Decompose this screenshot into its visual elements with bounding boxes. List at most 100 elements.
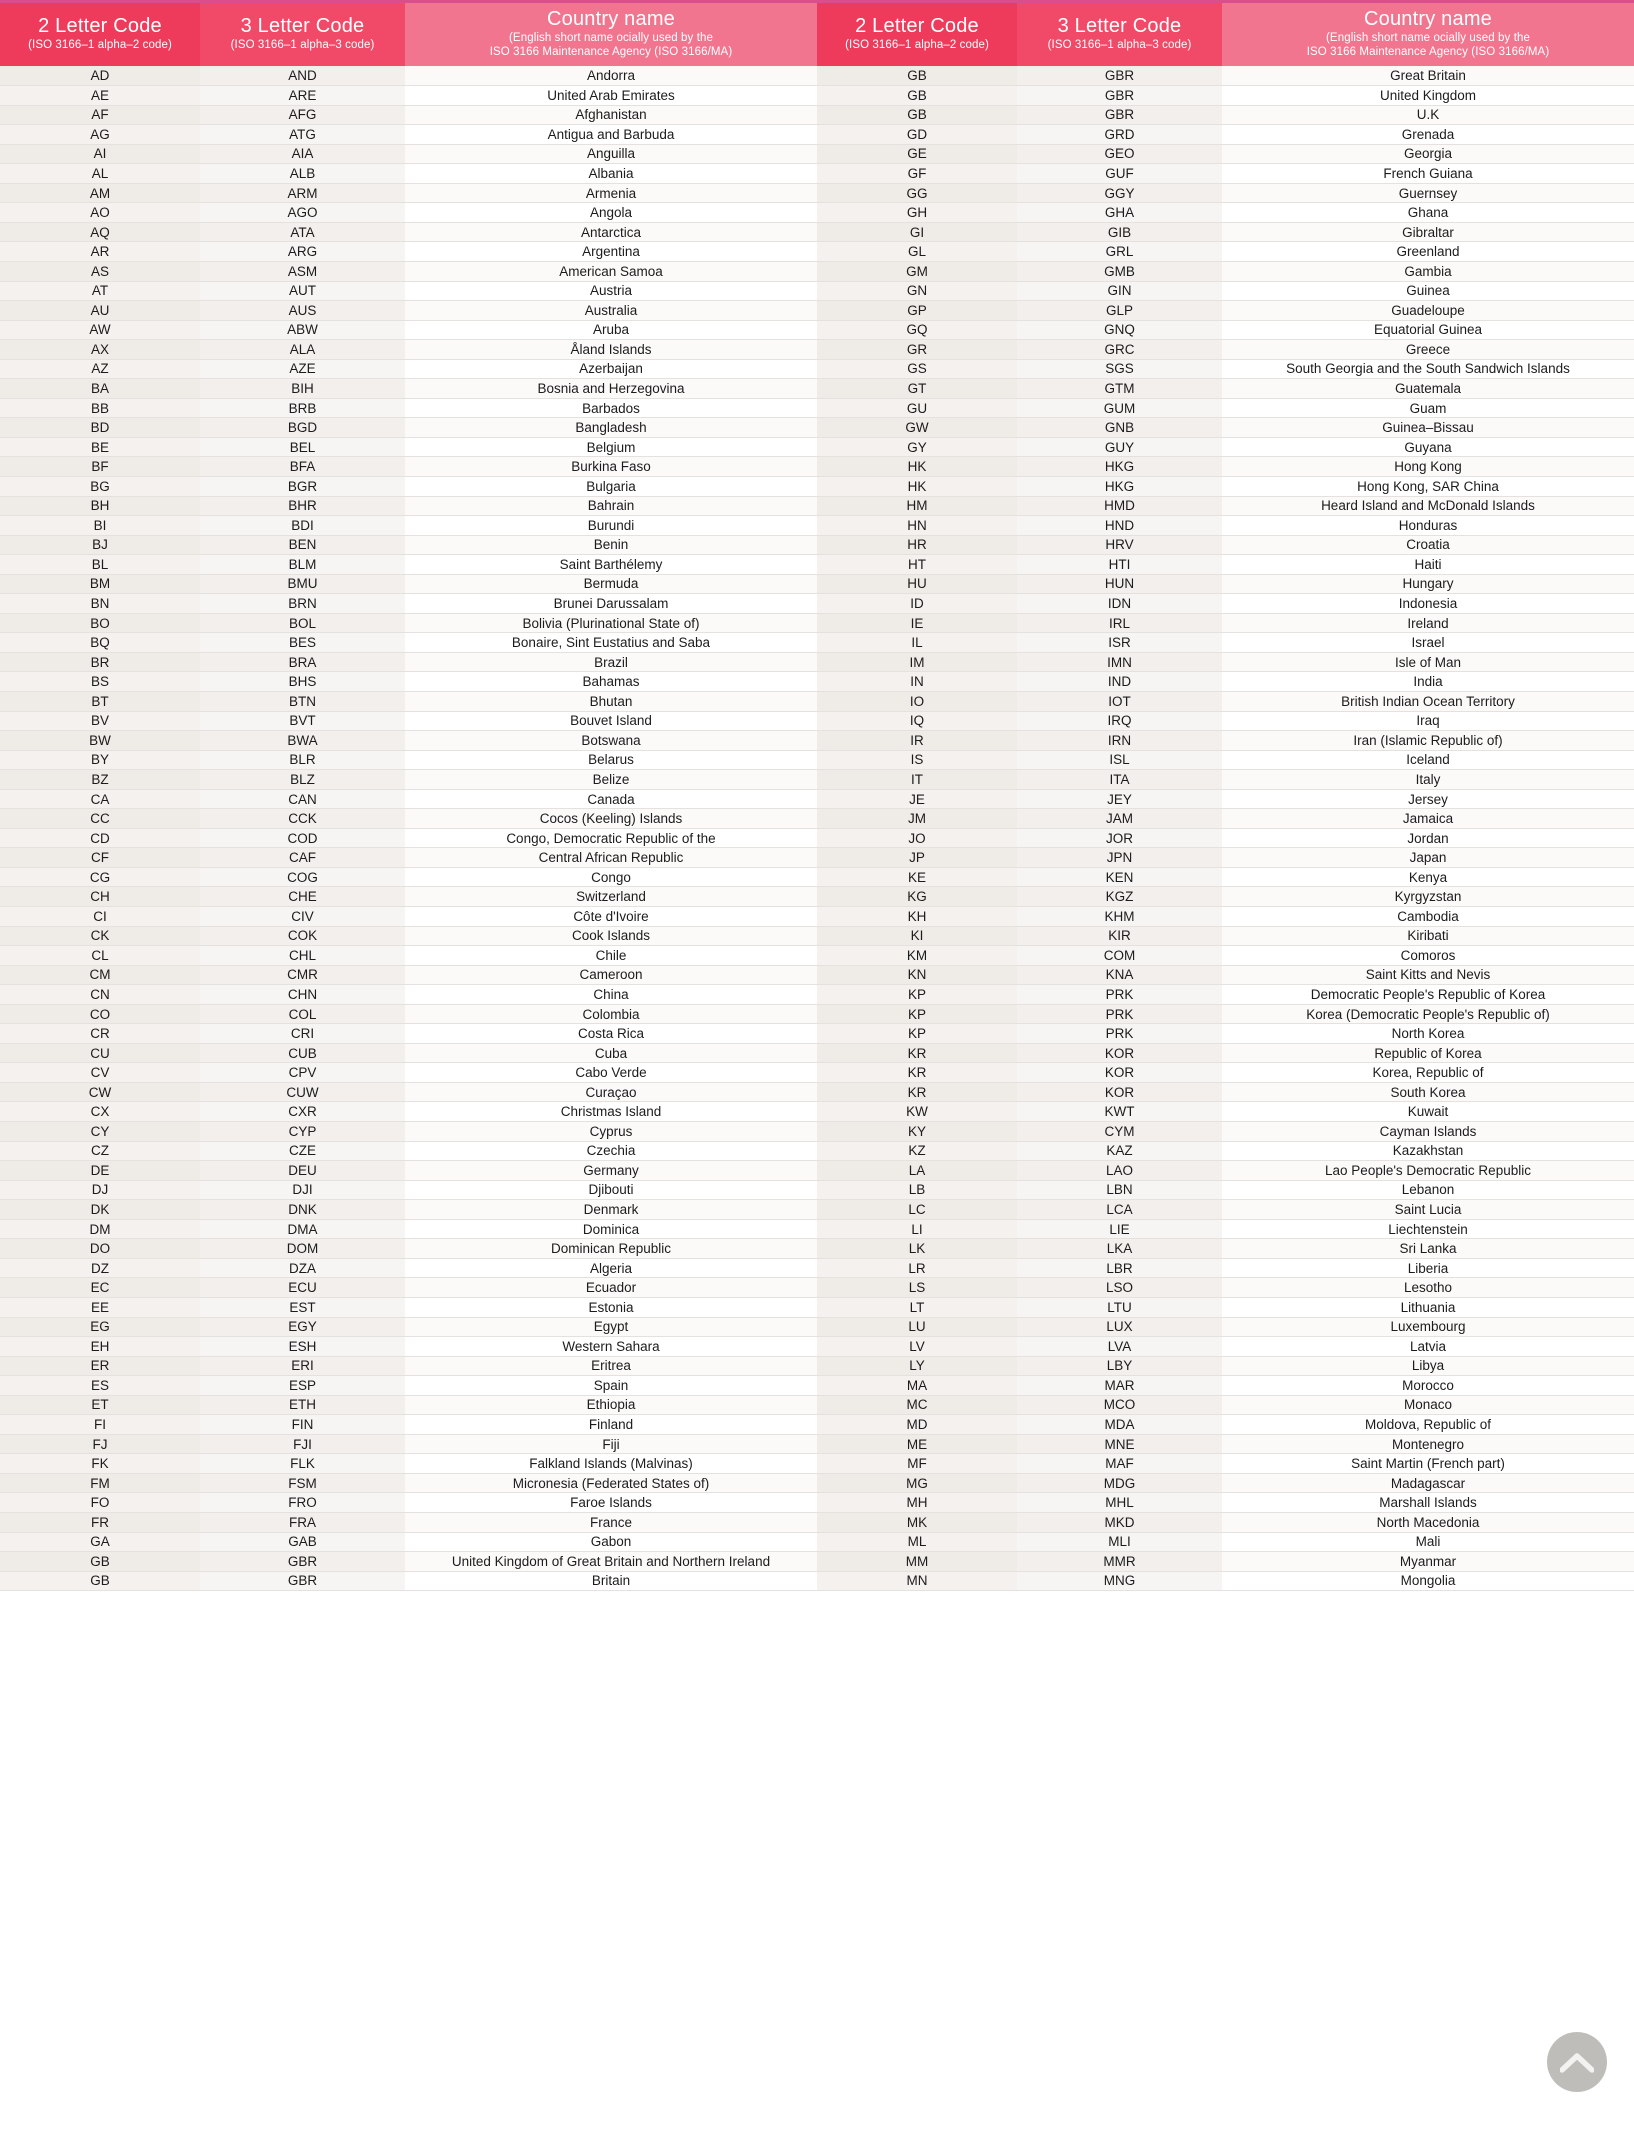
- cell-2-letter-code: IM: [817, 652, 1017, 673]
- cell-country-name: Congo: [405, 867, 817, 888]
- cell-2-letter-code: BI: [0, 515, 200, 536]
- cell-3-letter-code: MAF: [1017, 1453, 1222, 1474]
- cell-country-name: Mongolia: [1222, 1571, 1634, 1592]
- cell-country-name: Dominica: [405, 1219, 817, 1240]
- table-row: BA BIH Bosnia and Herzegovina: [0, 378, 817, 399]
- cell-country-name: Iran (Islamic Republic of): [1222, 730, 1634, 751]
- cell-2-letter-code: HR: [817, 535, 1017, 556]
- table-row: LS LSO Lesotho: [817, 1277, 1634, 1298]
- cell-country-name: Congo, Democratic Republic of the: [405, 828, 817, 849]
- header-row: 2 Letter Code (ISO 3166–1 alpha–2 code) …: [817, 0, 1634, 66]
- table-row: IN IND India: [817, 671, 1634, 692]
- cell-country-name: Saint Martin (French part): [1222, 1453, 1634, 1474]
- table-row: KM COM Comoros: [817, 945, 1634, 966]
- cell-2-letter-code: AT: [0, 281, 200, 302]
- cell-3-letter-code: DZA: [200, 1258, 405, 1279]
- cell-3-letter-code: ECU: [200, 1277, 405, 1298]
- table-row: GR GRC Greece: [817, 339, 1634, 360]
- cell-3-letter-code: KWT: [1017, 1101, 1222, 1123]
- header-subtitle-line-1: (English short name ocially used by the: [1326, 32, 1530, 44]
- cell-2-letter-code: AS: [0, 261, 200, 282]
- cell-2-letter-code: CI: [0, 906, 200, 927]
- cell-country-name: Indonesia: [1222, 593, 1634, 614]
- table-row: BR BRA Brazil: [0, 652, 817, 673]
- table-row: AQ ATA Antarctica: [0, 222, 817, 243]
- table-body-right: GB GBR Great Britain GB GBR United Kingdom GB G…: [817, 66, 1634, 1592]
- table-row: AL ALB Albania: [0, 163, 817, 184]
- cell-3-letter-code: CXR: [200, 1101, 405, 1123]
- cell-3-letter-code: KAZ: [1017, 1141, 1222, 1162]
- cell-3-letter-code: AIA: [200, 144, 405, 165]
- cell-3-letter-code: MNE: [1017, 1434, 1222, 1455]
- cell-3-letter-code: CHE: [200, 886, 405, 908]
- cell-2-letter-code: AU: [0, 300, 200, 321]
- cell-country-name: Bolivia (Plurinational State of): [405, 613, 817, 634]
- cell-country-name: American Samoa: [405, 261, 817, 282]
- cell-2-letter-code: GI: [817, 222, 1017, 243]
- table-row: KR KOR Republic of Korea: [817, 1043, 1634, 1064]
- cell-3-letter-code: MDA: [1017, 1414, 1222, 1435]
- cell-3-letter-code: CRI: [200, 1023, 405, 1044]
- cell-country-name: France: [405, 1512, 817, 1533]
- cell-2-letter-code: FJ: [0, 1434, 200, 1455]
- cell-3-letter-code: CCK: [200, 808, 405, 829]
- cell-country-name: Grenada: [1222, 124, 1634, 145]
- cell-country-name: Myanmar: [1222, 1551, 1634, 1572]
- cell-3-letter-code: IND: [1017, 671, 1222, 692]
- cell-3-letter-code: HKG: [1017, 476, 1222, 497]
- cell-2-letter-code: EH: [0, 1336, 200, 1357]
- table-row: BY BLR Belarus: [0, 750, 817, 771]
- cell-3-letter-code: GBR: [1017, 66, 1222, 87]
- table-body-left: AD AND Andorra AE ARE United Arab Emirates AF A…: [0, 66, 817, 1592]
- table-row: AX ALA Åland Islands: [0, 339, 817, 360]
- cell-3-letter-code: IRN: [1017, 730, 1222, 751]
- table-row: GB GBR U.K: [817, 105, 1634, 126]
- cell-3-letter-code: DJI: [200, 1180, 405, 1201]
- table-row: GN GIN Guinea: [817, 281, 1634, 302]
- cell-2-letter-code: BN: [0, 593, 200, 614]
- cell-country-name: Dominican Republic: [405, 1238, 817, 1259]
- cell-3-letter-code: KNA: [1017, 965, 1222, 986]
- table-row: CO COL Colombia: [0, 1004, 817, 1025]
- cell-country-name: North Korea: [1222, 1023, 1634, 1044]
- cell-country-name: Gambia: [1222, 261, 1634, 282]
- cell-3-letter-code: IOT: [1017, 691, 1222, 712]
- cell-2-letter-code: GF: [817, 163, 1017, 184]
- table-row: ML MLI Mali: [817, 1532, 1634, 1553]
- cell-country-name: Kiribati: [1222, 926, 1634, 947]
- table-row: HK HKG Hong Kong: [817, 456, 1634, 477]
- scroll-to-top-button[interactable]: [1547, 2032, 1607, 2092]
- cell-3-letter-code: ARG: [200, 241, 405, 262]
- cell-2-letter-code: AR: [0, 241, 200, 262]
- cell-country-name: Equatorial Guinea: [1222, 320, 1634, 341]
- table-row: LV LVA Latvia: [817, 1336, 1634, 1357]
- table-row: GB GBR Britain: [0, 1571, 817, 1592]
- cell-2-letter-code: IR: [817, 730, 1017, 751]
- cell-3-letter-code: COG: [200, 867, 405, 888]
- cell-2-letter-code: ET: [0, 1395, 200, 1416]
- table-row: HR HRV Croatia: [817, 535, 1634, 556]
- table-row: EC ECU Ecuador: [0, 1277, 817, 1298]
- table-row: KW KWT Kuwait: [817, 1101, 1634, 1123]
- table-row: CX CXR Christmas Island: [0, 1101, 817, 1123]
- cell-3-letter-code: LBR: [1017, 1258, 1222, 1279]
- table-row: GQ GNQ Equatorial Guinea: [817, 320, 1634, 341]
- cell-3-letter-code: CHN: [200, 984, 405, 1005]
- cell-3-letter-code: ARM: [200, 183, 405, 204]
- cell-2-letter-code: MC: [817, 1395, 1017, 1416]
- cell-2-letter-code: KW: [817, 1101, 1017, 1123]
- cell-country-name: Azerbaijan: [405, 359, 817, 380]
- cell-3-letter-code: CYP: [200, 1121, 405, 1142]
- cell-3-letter-code: BLM: [200, 554, 405, 575]
- header-subtitle: (ISO 3166–1 alpha–2 code): [845, 39, 989, 51]
- cell-3-letter-code: LBN: [1017, 1180, 1222, 1201]
- cell-2-letter-code: CU: [0, 1043, 200, 1064]
- cell-country-name: Lebanon: [1222, 1180, 1634, 1201]
- cell-2-letter-code: GN: [817, 281, 1017, 302]
- cell-3-letter-code: CUW: [200, 1082, 405, 1103]
- cell-3-letter-code: AZE: [200, 359, 405, 380]
- cell-country-name: Djibouti: [405, 1180, 817, 1201]
- table-row: GB GBR United Kingdom: [817, 85, 1634, 106]
- cell-3-letter-code: HMD: [1017, 496, 1222, 517]
- cell-3-letter-code: JPN: [1017, 847, 1222, 868]
